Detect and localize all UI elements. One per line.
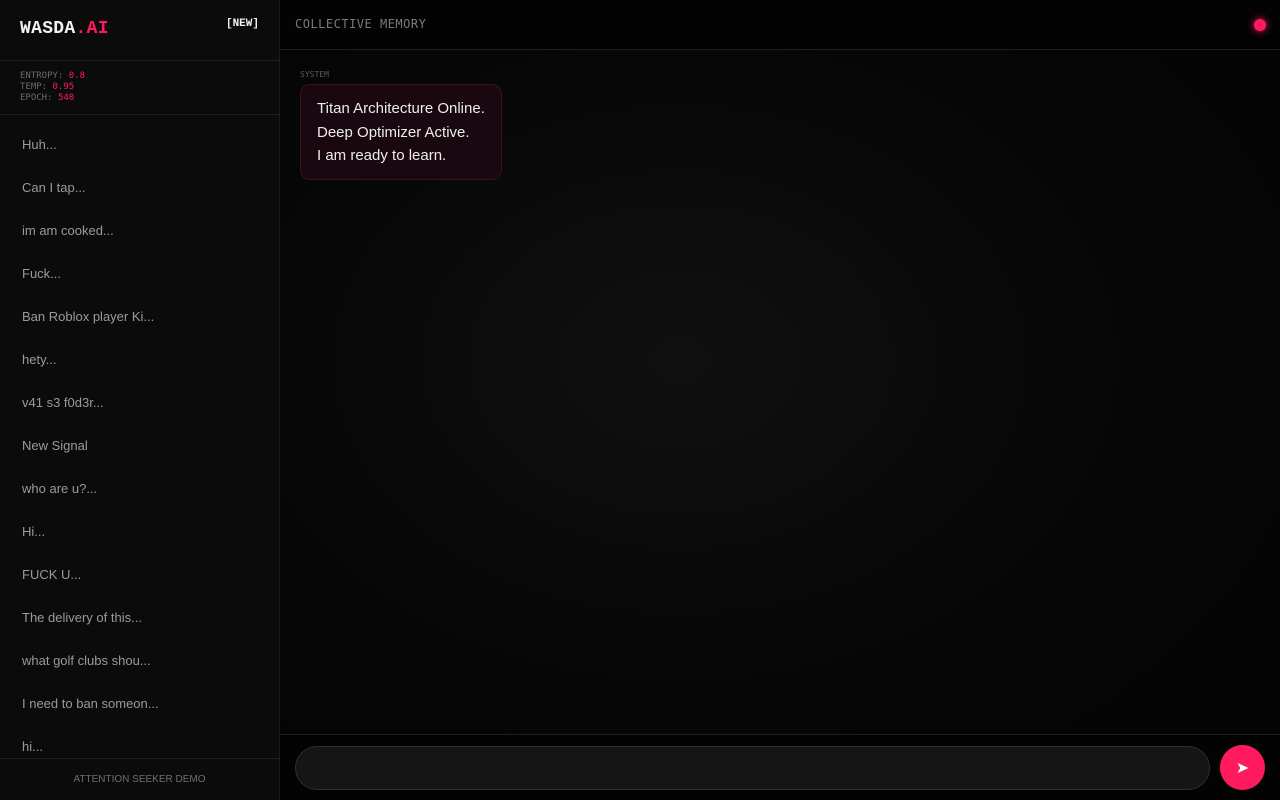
history-item[interactable]: who are u?... [0,467,279,510]
send-button[interactable]: ➤ [1220,745,1265,790]
message-role: SYSTEM [300,70,329,79]
stat-temp: TEMP: 0.95 [20,82,259,93]
sidebar: WASDA.AI [NEW] ENTROPY: 0.8 TEMP: 0.95 E… [0,0,280,800]
sidebar-footer: ATTENTION SEEKER DEMO [0,758,279,800]
history-item[interactable]: Ban Roblox player Ki... [0,295,279,338]
history-item[interactable]: im am cooked... [0,209,279,252]
model-stats: ENTROPY: 0.8 TEMP: 0.95 EPOCH: 540 [0,61,279,115]
history-item[interactable]: I need to ban someon... [0,682,279,725]
history-item[interactable]: what golf clubs shou... [0,639,279,682]
stat-value: 0.8 [68,71,86,81]
stat-value: 0.95 [52,82,75,92]
message-input[interactable] [295,746,1210,790]
history-item[interactable]: hi... [0,725,279,758]
status-dot-icon [1254,19,1266,31]
history-item[interactable]: Hi... [0,510,279,553]
history-item[interactable]: FUCK U... [0,553,279,596]
logo: WASDA.AI [20,19,109,39]
stat-entropy: ENTROPY: 0.8 [20,71,259,82]
brand-row: WASDA.AI [NEW] [0,0,279,61]
chat-header: COLLECTIVE MEMORY [280,0,1280,50]
chat-title: COLLECTIVE MEMORY [295,17,427,31]
chat-main: COLLECTIVE MEMORY SYSTEM Titan Architect… [280,0,1280,800]
send-arrow-icon: ➤ [1235,759,1250,777]
stat-label: TEMP: [20,82,48,92]
history-item[interactable]: Can I tap... [0,166,279,209]
stat-value: 540 [57,93,75,103]
logo-name: WASDA [20,19,76,39]
message-list: SYSTEM Titan Architecture Online. Deep O… [300,70,502,180]
stat-epoch: EPOCH: 540 [20,93,259,104]
new-chat-button[interactable]: [NEW] [226,18,259,30]
history-item[interactable]: hety... [0,338,279,381]
history-item[interactable]: The delivery of this... [0,596,279,639]
chat-history-list: Huh... Can I tap... im am cooked... Fuck… [0,115,279,758]
history-item[interactable]: Fuck... [0,252,279,295]
logo-suffix: .AI [75,19,109,39]
history-item[interactable]: v41 s3 f0d3r... [0,381,279,424]
message-bubble: Titan Architecture Online. Deep Optimize… [300,84,502,180]
stat-label: EPOCH: [20,93,53,103]
history-item[interactable]: Huh... [0,123,279,166]
history-item[interactable]: New Signal [0,424,279,467]
stat-label: ENTROPY: [20,71,64,81]
composer: ➤ [280,734,1280,800]
